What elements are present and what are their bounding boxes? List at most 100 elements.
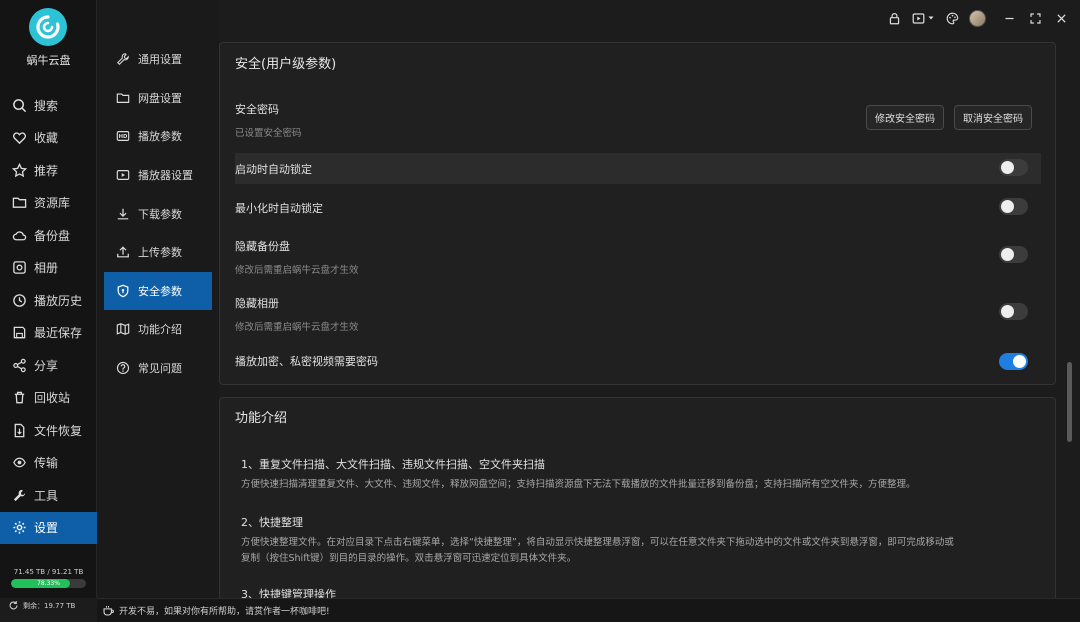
nav-label: 回收站 [34, 391, 71, 406]
hide-album-toggle[interactable] [999, 303, 1028, 320]
play-encrypted-row: 播放加密、私密视频需要密码 [235, 353, 1041, 369]
hide-backup-label: 隐藏备份盘 [235, 240, 290, 253]
auto-lock-start-label: 启动时自动锁定 [235, 163, 312, 176]
window-toolbar [877, 8, 1070, 28]
close-button[interactable] [1052, 9, 1070, 27]
nav-item-tools[interactable]: 工具 [0, 479, 97, 512]
features-title: 功能介绍 [235, 411, 288, 426]
sub-item-play-params[interactable]: HD 播放参数 [104, 117, 212, 156]
sub-item-label: 功能介绍 [138, 323, 182, 337]
app-name: 蜗牛云盘 [26, 54, 71, 67]
storage-usage: 71.45 TB / 91.21 TB 78.33% [0, 568, 97, 588]
lock-button[interactable] [885, 9, 903, 27]
nav-label: 工具 [34, 488, 59, 503]
auto-lock-min-toggle[interactable] [999, 198, 1028, 215]
star-icon [12, 162, 27, 178]
play-encrypted-toggle[interactable] [999, 353, 1028, 370]
sub-item-general[interactable]: 通用设置 [104, 40, 212, 79]
caret-down-icon [928, 16, 933, 20]
status-bar[interactable]: 开发不易，如果对你有所帮助，请赏作者一杯咖啡吧! [97, 598, 1080, 622]
feature-desc-2b: 复制（按住Shift键）到目的目录的操作。双击悬浮窗可迅速定位到具体文件夹。 [241, 553, 577, 564]
storage-remaining-text: 剩余：19.77 TB [23, 601, 76, 610]
share-icon [13, 358, 26, 372]
storage-remaining[interactable]: 剩余：19.77 TB [8, 600, 75, 611]
sub-item-label: 通用设置 [138, 53, 182, 67]
theme-button[interactable] [943, 9, 961, 27]
nav-item-file-restore[interactable]: 文件恢复 [0, 414, 97, 447]
app-logo [29, 8, 67, 46]
auto-lock-min-row: 最小化时自动锁定 [235, 200, 1041, 216]
nav-label: 播放历史 [34, 293, 83, 308]
feature-heading-2: 2、快捷整理 [241, 516, 303, 529]
folder-icon [12, 197, 27, 209]
nav-label: 收藏 [34, 131, 59, 146]
avatar[interactable] [969, 9, 986, 27]
lock-icon [889, 12, 899, 24]
refresh-icon [9, 601, 18, 610]
nav-item-favorites[interactable]: 收藏 [0, 122, 97, 155]
nav-item-transfer[interactable]: 传输 [0, 447, 97, 480]
nav-item-album[interactable]: 相册 [0, 252, 97, 285]
hide-backup-sub: 修改后需重启蜗牛云盘才生效 [235, 265, 359, 276]
hide-album-sub: 修改后需重启蜗牛云盘才生效 [235, 322, 359, 333]
nav-item-search[interactable]: 搜索 [0, 89, 97, 122]
transfer-icon [13, 457, 26, 468]
search-icon [13, 98, 27, 112]
hide-backup-toggle[interactable] [999, 246, 1028, 263]
nav-item-library[interactable]: 资源库 [0, 187, 97, 220]
sub-item-security[interactable]: 安全参数 [104, 271, 212, 311]
sub-item-netdisk[interactable]: 网盘设置 [104, 79, 212, 118]
nav-item-share[interactable]: 分享 [0, 349, 97, 382]
nav-item-settings[interactable]: 设置 [0, 511, 97, 544]
security-card: 安全(用户级参数) 安全密码 已设置安全密码 修改安全密码 取消安全密码 启动时… [219, 42, 1056, 385]
nav-item-recent[interactable]: 最近保存 [0, 317, 97, 350]
heart-icon [13, 132, 26, 145]
question-icon [116, 361, 130, 375]
change-password-button[interactable]: 修改安全密码 [866, 105, 944, 130]
sub-item-upload[interactable]: 上传参数 [104, 233, 212, 272]
maximize-button[interactable] [1026, 9, 1044, 27]
feature-desc-1: 方便快速扫描清理重复文件、大文件、违规文件，释放网盘空间；支持扫描资源盘下无法下… [241, 479, 916, 490]
auto-lock-start-toggle[interactable] [999, 159, 1028, 176]
snail-logo-icon [29, 8, 67, 46]
hd-icon: HD [116, 131, 130, 142]
nav-item-history[interactable]: 播放历史 [0, 284, 97, 317]
photo-icon [13, 261, 26, 275]
maximize-icon [1029, 12, 1041, 24]
player-menu-button[interactable] [911, 9, 935, 27]
sub-item-download[interactable]: 下载参数 [104, 194, 212, 233]
cancel-password-button[interactable]: 取消安全密码 [954, 105, 1032, 130]
settings-content: 安全(用户级参数) 安全密码 已设置安全密码 修改安全密码 取消安全密码 启动时… [219, 40, 1069, 598]
sub-item-player[interactable]: 播放器设置 [104, 156, 212, 195]
main-sidebar: 蜗牛云盘 搜索 收藏 推荐 资源库 备份盘 相册 播放历史 最近保存 分享 回收… [0, 0, 97, 598]
feature-desc-2a: 方便快速整理文件。在对应目录下点击右键菜单，选择“快捷整理”，将自动显示快捷整理… [241, 537, 954, 548]
nav-item-trash[interactable]: 回收站 [0, 382, 97, 415]
player-icon [912, 12, 924, 24]
status-text: 开发不易，如果对你有所帮助，请赏作者一杯咖啡吧! [119, 607, 330, 617]
coffee-icon [103, 606, 114, 616]
play-encrypted-label: 播放加密、私密视频需要密码 [235, 355, 378, 368]
nav-label: 文件恢复 [34, 423, 83, 438]
content-scrollbar[interactable] [1067, 362, 1072, 442]
sub-item-faq[interactable]: 常见问题 [104, 349, 212, 388]
shield-icon [117, 284, 129, 298]
app-window: 蜗牛云盘 搜索 收藏 推荐 资源库 备份盘 相册 播放历史 最近保存 分享 回收… [0, 0, 1080, 622]
sub-item-features[interactable]: 功能介绍 [104, 310, 212, 349]
auto-lock-start-row: 启动时自动锁定 [235, 161, 1041, 177]
download-icon [117, 208, 129, 220]
minimize-button[interactable] [1000, 9, 1018, 27]
clock-icon [13, 293, 26, 307]
palette-icon [946, 12, 958, 24]
file-restore-icon [14, 423, 25, 437]
nav-item-recommend[interactable]: 推荐 [0, 154, 97, 187]
features-card: 功能介绍 1、重复文件扫描、大文件扫描、违规文件扫描、空文件夹扫描 方便快速扫描… [219, 397, 1056, 598]
storage-percent: 78.33% [37, 580, 60, 587]
nav-item-backup[interactable]: 备份盘 [0, 219, 97, 252]
nav-label: 搜索 [34, 98, 59, 113]
nav-label: 设置 [34, 521, 59, 536]
cloud-icon [12, 231, 27, 241]
settings-submenu: 通用设置 网盘设置 HD 播放参数 播放器设置 下载参数 上传参数 安全参数 功… [97, 0, 219, 598]
sub-item-label: 常见问题 [138, 362, 182, 376]
trash-icon [14, 391, 25, 404]
nav-label: 传输 [34, 456, 59, 471]
